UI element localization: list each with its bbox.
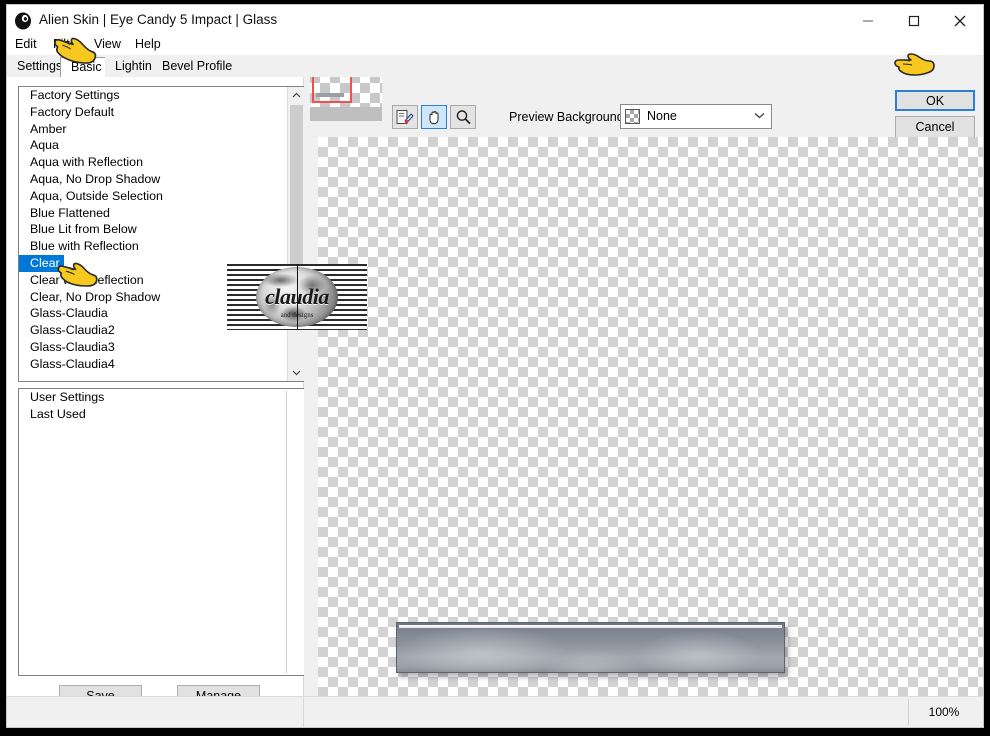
tab-strip: Settings Basic Lighting Bevel Profile — [7, 56, 983, 79]
zoom-tool-button[interactable] — [450, 105, 476, 129]
list-item[interactable]: Aqua — [19, 137, 286, 154]
navigator-thumbnail[interactable] — [310, 77, 382, 121]
status-bar: 100% — [7, 696, 983, 727]
preview-background-value: None — [647, 109, 677, 123]
list-item[interactable]: Blue with Reflection — [19, 238, 286, 255]
user-settings-rows: User Settings Last Used — [19, 389, 286, 675]
preview-background-label: Preview Background: — [509, 110, 628, 124]
alien-skin-icon — [13, 11, 33, 31]
window-title: Alien Skin | Eye Candy 5 Impact | Glass — [39, 12, 278, 27]
scrollbar-thumb[interactable] — [290, 105, 303, 290]
menu-item-help[interactable]: Help — [133, 37, 163, 51]
preview-background-select[interactable]: None — [620, 104, 772, 129]
list-item[interactable]: Aqua with Reflection — [19, 154, 286, 171]
list-item[interactable]: Last Used — [19, 406, 286, 423]
application-window: Alien Skin | Eye Candy 5 Impact | Glass … — [6, 4, 984, 728]
watermark-divider — [297, 264, 298, 330]
preview-canvas[interactable] — [318, 137, 983, 696]
user-list-scroll-divider — [286, 391, 287, 673]
factory-list-scrollbar[interactable] — [287, 87, 304, 381]
menu-item-filter[interactable]: Filter — [51, 37, 83, 51]
list-item[interactable]: Blue Lit from Below — [19, 221, 286, 238]
list-item[interactable]: User Settings — [19, 389, 286, 406]
user-settings-list[interactable]: User Settings Last Used — [18, 388, 305, 676]
factory-settings-rows: Factory Settings Factory Default Amber A… — [19, 87, 286, 381]
preview-area: Preview Background: None OK Cancel — [304, 77, 983, 696]
eyedropper-tool-button[interactable] — [392, 105, 418, 129]
scroll-down-icon[interactable] — [288, 364, 304, 381]
navigator-selection-box[interactable] — [312, 77, 352, 103]
cancel-button[interactable]: Cancel — [895, 116, 975, 138]
factory-settings-list[interactable]: Factory Settings Factory Default Amber A… — [18, 86, 305, 382]
list-item[interactable]: Glass-Claudia4 — [19, 356, 286, 373]
title-bar: Alien Skin | Eye Candy 5 Impact | Glass — [7, 5, 983, 37]
list-item[interactable]: Factory Settings — [19, 87, 286, 104]
menu-item-edit[interactable]: Edit — [13, 37, 39, 51]
list-item[interactable]: Aqua, No Drop Shadow — [19, 171, 286, 188]
scroll-up-icon[interactable] — [288, 87, 304, 104]
list-item[interactable]: Blue Flattened — [19, 205, 286, 222]
preview-toolbar: Preview Background: None OK Cancel — [304, 77, 983, 138]
tab-bevel-profile[interactable]: Bevel Profile — [152, 56, 243, 77]
list-item[interactable]: Amber — [19, 121, 286, 138]
list-item-selected[interactable]: Clear — [19, 254, 64, 272]
list-item[interactable]: Aqua, Outside Selection — [19, 188, 286, 205]
settings-panel: Factory Settings Factory Default Amber A… — [7, 77, 305, 710]
watermark-overlay: claudia and designs — [227, 264, 367, 330]
list-item[interactable]: Factory Default — [19, 104, 286, 121]
transparent-checker-icon — [625, 109, 640, 124]
status-divider-left — [303, 697, 304, 727]
status-divider — [908, 699, 909, 725]
zoom-level-indicator[interactable]: 100% — [913, 703, 975, 721]
close-button[interactable] — [937, 5, 983, 36]
ok-button[interactable]: OK — [895, 90, 975, 111]
hand-tool-button[interactable] — [421, 105, 447, 129]
menu-item-view[interactable]: View — [92, 37, 123, 51]
chevron-down-icon[interactable] — [754, 110, 765, 122]
menu-bar: Edit Filter View Help — [7, 35, 983, 55]
glass-effect-object — [396, 622, 785, 673]
list-item[interactable]: Glass-Claudia3 — [19, 339, 286, 356]
maximize-button[interactable] — [891, 5, 937, 36]
minimize-button[interactable] — [845, 5, 891, 36]
